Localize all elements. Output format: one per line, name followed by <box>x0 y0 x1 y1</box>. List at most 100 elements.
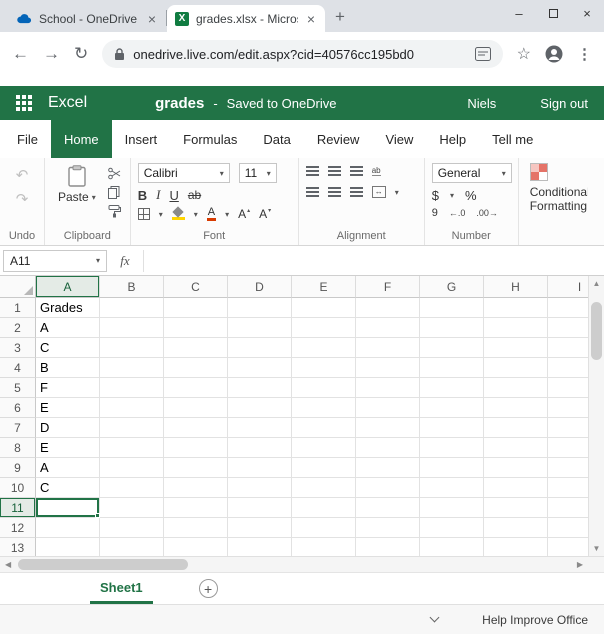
row-header-11[interactable]: 11 <box>0 498 36 518</box>
cell-F11[interactable] <box>356 498 420 518</box>
row-header-6[interactable]: 6 <box>0 398 36 418</box>
vertical-scrollbar-thumb[interactable] <box>591 302 602 360</box>
cell-B10[interactable] <box>100 478 164 498</box>
cell-D2[interactable] <box>228 318 292 338</box>
profile-avatar-icon[interactable] <box>545 45 563 63</box>
cell-I10[interactable] <box>548 478 588 498</box>
row-header-13[interactable]: 13 <box>0 538 36 556</box>
cell-F8[interactable] <box>356 438 420 458</box>
cell-A6[interactable]: E <box>36 398 100 418</box>
cell-D4[interactable] <box>228 358 292 378</box>
window-minimize-button[interactable]: – <box>502 0 536 26</box>
conditional-formatting-button[interactable]: Conditional Formatting <box>526 163 591 243</box>
cell-B11[interactable] <box>100 498 164 518</box>
cell-C11[interactable] <box>164 498 228 518</box>
cell-I7[interactable] <box>548 418 588 438</box>
cell-F10[interactable] <box>356 478 420 498</box>
cell-D11[interactable] <box>228 498 292 518</box>
cell-H12[interactable] <box>484 518 548 538</box>
cell-G6[interactable] <box>420 398 484 418</box>
row-header-7[interactable]: 7 <box>0 418 36 438</box>
window-maximize-button[interactable] <box>536 0 570 26</box>
cell-C6[interactable] <box>164 398 228 418</box>
column-header-B[interactable]: B <box>100 276 164 298</box>
cell-I11[interactable] <box>548 498 588 518</box>
cell-G2[interactable] <box>420 318 484 338</box>
column-header-H[interactable]: H <box>484 276 548 298</box>
undo-icon[interactable]: ↶ <box>16 166 29 184</box>
help-improve-office-link[interactable]: Help Improve Office <box>482 613 588 627</box>
cell-I9[interactable] <box>548 458 588 478</box>
cell-B4[interactable] <box>100 358 164 378</box>
cell-D10[interactable] <box>228 478 292 498</box>
copy-icon[interactable] <box>108 186 120 199</box>
merge-center-icon[interactable]: ↔ <box>372 186 386 198</box>
cell-C8[interactable] <box>164 438 228 458</box>
translate-icon[interactable] <box>475 47 491 61</box>
tab-close-icon[interactable]: × <box>305 12 317 26</box>
column-header-F[interactable]: F <box>356 276 420 298</box>
cell-G11[interactable] <box>420 498 484 518</box>
cell-H5[interactable] <box>484 378 548 398</box>
cell-D1[interactable] <box>228 298 292 318</box>
accounting-format-icon[interactable]: $ <box>432 188 439 203</box>
cell-C1[interactable] <box>164 298 228 318</box>
cell-B9[interactable] <box>100 458 164 478</box>
cell-B5[interactable] <box>100 378 164 398</box>
scroll-up-icon[interactable]: ▲ <box>593 279 601 288</box>
format-painter-icon[interactable] <box>108 205 121 218</box>
cell-A2[interactable]: A <box>36 318 100 338</box>
cell-A7[interactable]: D <box>36 418 100 438</box>
cell-B8[interactable] <box>100 438 164 458</box>
ribbon-tab-home[interactable]: Home <box>51 120 112 158</box>
sign-out-link[interactable]: Sign out <box>540 96 588 111</box>
cell-A10[interactable]: C <box>36 478 100 498</box>
add-sheet-button[interactable]: + <box>199 579 218 598</box>
cell-E7[interactable] <box>292 418 356 438</box>
cell-I5[interactable] <box>548 378 588 398</box>
cell-G5[interactable] <box>420 378 484 398</box>
fill-color-icon[interactable] <box>172 208 185 220</box>
shrink-font-icon[interactable]: A▾ <box>259 207 271 221</box>
column-header-I[interactable]: I <box>548 276 588 298</box>
sheet-tab-sheet1[interactable]: Sheet1 <box>90 573 153 604</box>
url-bar[interactable]: onedrive.live.com/edit.aspx?cid=40576cc1… <box>102 40 502 68</box>
grow-font-icon[interactable]: A▴ <box>238 207 250 221</box>
document-title[interactable]: grades <box>155 95 204 112</box>
bold-button[interactable]: B <box>138 188 147 203</box>
row-header-10[interactable]: 10 <box>0 478 36 498</box>
cell-F13[interactable] <box>356 538 420 556</box>
cell-B7[interactable] <box>100 418 164 438</box>
column-header-E[interactable]: E <box>292 276 356 298</box>
cell-G13[interactable] <box>420 538 484 556</box>
cell-G3[interactable] <box>420 338 484 358</box>
cell-E6[interactable] <box>292 398 356 418</box>
number-format-select[interactable]: General▾ <box>432 163 512 183</box>
increase-decimal-icon[interactable]: ←.0 <box>449 208 466 218</box>
wrap-text-icon[interactable]: ab <box>372 166 381 176</box>
cell-H1[interactable] <box>484 298 548 318</box>
cell-A12[interactable] <box>36 518 100 538</box>
cell-A3[interactable]: C <box>36 338 100 358</box>
row-header-4[interactable]: 4 <box>0 358 36 378</box>
cell-B13[interactable] <box>100 538 164 556</box>
row-header-1[interactable]: 1 <box>0 298 36 318</box>
cell-G10[interactable] <box>420 478 484 498</box>
cell-E10[interactable] <box>292 478 356 498</box>
paste-button[interactable]: Paste▾ <box>52 163 102 228</box>
cell-B6[interactable] <box>100 398 164 418</box>
cell-A13[interactable] <box>36 538 100 556</box>
cell-D13[interactable] <box>228 538 292 556</box>
align-top-icon[interactable] <box>306 166 319 176</box>
name-box-dropdown-icon[interactable]: ▾ <box>96 256 100 265</box>
cell-E4[interactable] <box>292 358 356 378</box>
window-close-button[interactable]: × <box>570 0 604 26</box>
cell-G7[interactable] <box>420 418 484 438</box>
cell-E2[interactable] <box>292 318 356 338</box>
cell-H7[interactable] <box>484 418 548 438</box>
name-box[interactable]: A11 ▾ <box>3 250 107 272</box>
ribbon-tab-file[interactable]: File <box>4 120 51 158</box>
cell-I13[interactable] <box>548 538 588 556</box>
column-header-A[interactable]: A <box>36 276 100 298</box>
cell-B12[interactable] <box>100 518 164 538</box>
